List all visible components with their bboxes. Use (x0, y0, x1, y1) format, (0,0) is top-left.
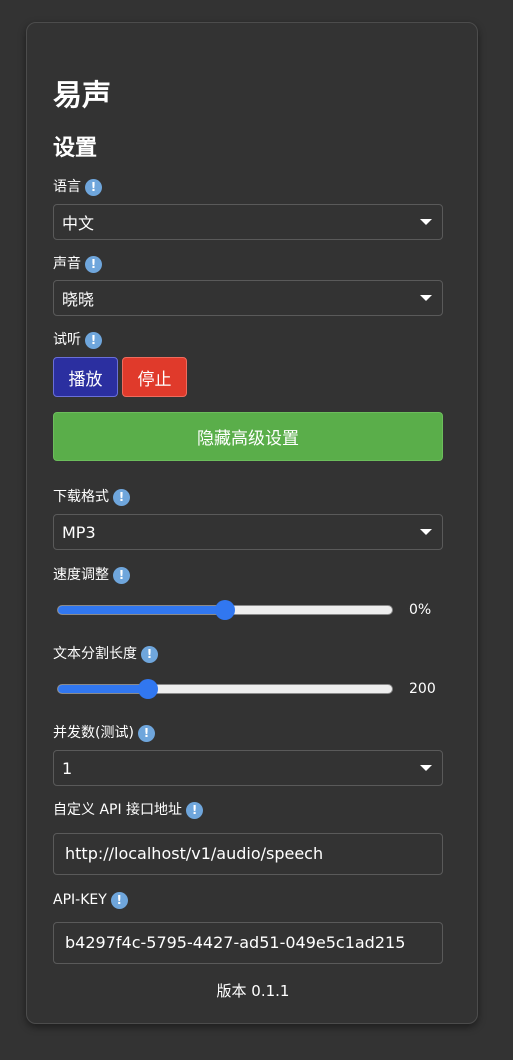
download-format-label: 下载格式 ! (53, 486, 130, 508)
speed-label: 速度调整 ! (53, 564, 130, 586)
voice-label: 声音 ! (53, 253, 102, 275)
preview-label: 试听 ! (53, 329, 102, 351)
chevron-down-icon (420, 219, 432, 225)
text-split-label: 文本分割长度 ! (53, 643, 158, 665)
language-select[interactable]: 中文 (53, 204, 443, 240)
voice-select[interactable]: 晓晓 (53, 280, 443, 316)
api-url-input[interactable]: http://localhost/v1/audio/speech (53, 833, 443, 875)
concurrency-select-value: 1 (62, 758, 73, 778)
text-split-value: 200 (409, 681, 436, 697)
chevron-down-icon (420, 295, 432, 301)
concurrency-select[interactable]: 1 (53, 750, 443, 786)
version-label: 版本 0.1.1 (216, 982, 290, 1000)
info-icon[interactable]: ! (141, 645, 158, 663)
hide-advanced-settings-button[interactable]: 隐藏高级设置 (53, 412, 443, 461)
download-format-label-text: 下载格式 (53, 489, 109, 505)
chevron-down-icon (420, 529, 432, 535)
stop-button[interactable]: 停止 (122, 357, 187, 397)
text-split-slider-thumb[interactable] (138, 679, 159, 699)
settings-heading: 设置 (53, 136, 98, 161)
text-split-label-text: 文本分割长度 (53, 646, 137, 662)
text-split-slider-fill (58, 685, 149, 693)
speed-slider-thumb[interactable] (215, 600, 235, 620)
api-url-label: 自定义 API 接口地址 ! (53, 799, 204, 821)
voice-select-value: 晓晓 (62, 290, 95, 309)
preview-label-text: 试听 (53, 332, 81, 348)
api-url-label-text: 自定义 API 接口地址 (53, 802, 183, 818)
chevron-down-icon (420, 765, 432, 771)
api-key-input[interactable]: b4297f4c-5795-4427-ad51-049e5c1ad215 (53, 922, 443, 964)
info-icon[interactable]: ! (137, 724, 155, 742)
speed-slider-fill (58, 606, 225, 614)
info-icon[interactable]: ! (113, 488, 130, 506)
speed-value: 0% (409, 602, 432, 618)
language-label: 语言 ! (53, 176, 102, 198)
info-icon[interactable]: ! (85, 178, 102, 196)
app-title: 易声 (53, 78, 112, 112)
api-key-label: API-KEY ! (53, 889, 128, 911)
speed-label-text: 速度调整 (53, 567, 109, 583)
concurrency-label-text: 并发数(测试) (53, 725, 134, 741)
download-format-select-value: MP3 (62, 522, 96, 542)
speed-slider[interactable] (57, 600, 393, 620)
language-select-value: 中文 (62, 214, 95, 233)
play-button[interactable]: 播放 (53, 357, 118, 397)
concurrency-label: 并发数(测试) ! (53, 722, 155, 744)
info-icon[interactable]: ! (85, 255, 102, 273)
text-split-slider[interactable] (57, 679, 393, 699)
info-icon[interactable]: ! (110, 891, 128, 909)
info-icon[interactable]: ! (113, 566, 130, 584)
language-label-text: 语言 (53, 179, 81, 195)
voice-label-text: 声音 (53, 256, 81, 272)
info-icon[interactable]: ! (85, 331, 102, 349)
download-format-select[interactable]: MP3 (53, 514, 443, 550)
settings-panel: 易声 设置 语言 ! 中文 声音 ! 晓晓 试听 ! 播放 停止 隐藏高级设置 … (26, 22, 478, 1024)
info-icon[interactable]: ! (186, 801, 204, 819)
api-key-label-text: API-KEY (53, 892, 107, 908)
